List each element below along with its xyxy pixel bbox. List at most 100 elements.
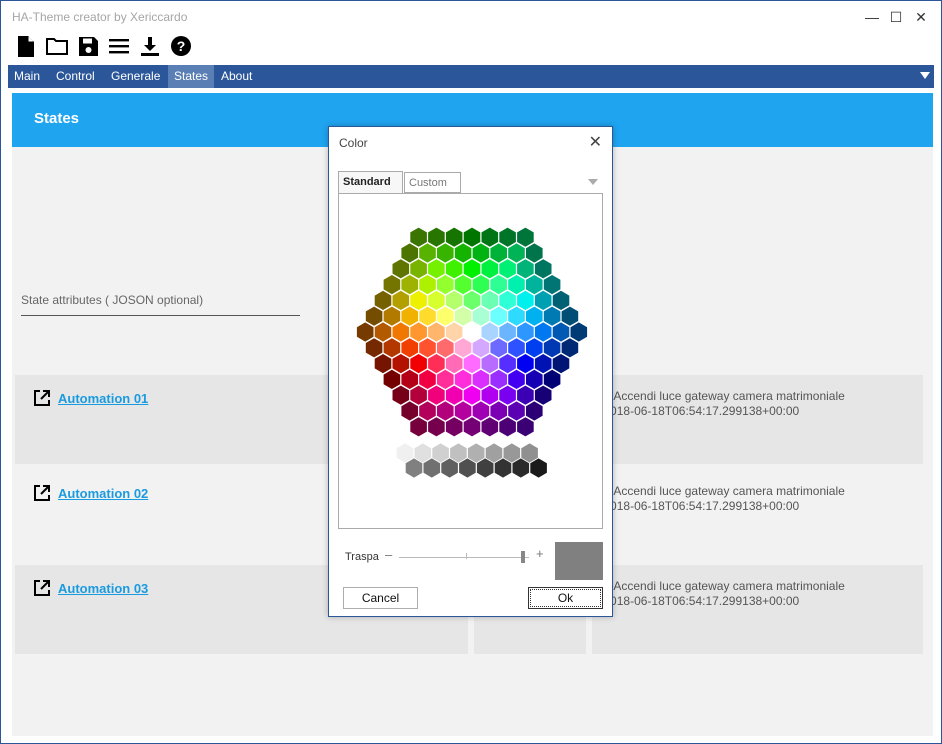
palette-color-swatch[interactable] [365, 306, 383, 326]
palette-color-swatch[interactable] [481, 227, 499, 247]
palette-color-swatch[interactable] [499, 290, 516, 310]
palette-color-swatch[interactable] [499, 385, 516, 405]
palette-color-swatch[interactable] [517, 417, 534, 437]
palette-color-swatch[interactable] [526, 369, 543, 389]
palette-color-swatch[interactable] [499, 417, 516, 437]
menu-item-states[interactable]: States [168, 65, 215, 88]
transparency-decrease-icon[interactable]: – [385, 547, 392, 562]
palette-color-swatch[interactable] [428, 322, 445, 342]
palette-color-swatch[interactable] [392, 290, 410, 310]
palette-color-swatch[interactable] [437, 275, 454, 295]
palette-color-swatch[interactable] [472, 401, 490, 421]
palette-color-swatch[interactable] [365, 338, 383, 358]
save-icon[interactable] [77, 35, 99, 57]
palette-color-swatch[interactable] [517, 385, 534, 405]
palette-color-swatch[interactable] [374, 354, 392, 374]
palette-color-swatch[interactable] [419, 401, 436, 421]
palette-color-swatch[interactable] [437, 338, 454, 358]
palette-color-swatch[interactable] [543, 306, 561, 326]
palette-color-swatch[interactable] [517, 227, 534, 247]
palette-color-swatch[interactable] [445, 322, 463, 342]
palette-color-swatch[interactable] [419, 369, 436, 389]
menu-item-main[interactable]: Main [8, 65, 46, 88]
palette-color-swatch[interactable] [517, 322, 534, 342]
palette-color-swatch[interactable] [463, 227, 481, 247]
palette-color-swatch[interactable] [526, 401, 543, 421]
palette-color-swatch[interactable] [490, 369, 507, 389]
palette-color-swatch[interactable] [508, 275, 525, 295]
download-icon[interactable] [139, 35, 161, 57]
palette-color-swatch[interactable] [490, 338, 507, 358]
palette-color-swatch[interactable] [410, 417, 427, 437]
palette-color-swatch[interactable] [383, 338, 401, 358]
palette-color-swatch[interactable] [437, 243, 454, 263]
palette-color-swatch[interactable] [543, 338, 561, 358]
palette-color-swatch[interactable] [534, 322, 552, 342]
menu-item-about[interactable]: About [215, 65, 258, 88]
palette-color-swatch[interactable] [428, 259, 445, 279]
palette-color-swatch[interactable] [454, 243, 472, 263]
palette-gray-swatch[interactable] [521, 443, 538, 463]
palette-gray-swatch[interactable] [494, 458, 512, 478]
palette-color-swatch[interactable] [552, 290, 570, 310]
palette-color-swatch[interactable] [499, 322, 516, 342]
palette-color-swatch[interactable] [401, 338, 418, 358]
palette-color-swatch[interactable] [463, 354, 481, 374]
hexagon-palette[interactable] [339, 194, 602, 528]
palette-color-swatch[interactable] [490, 401, 507, 421]
palette-color-swatch[interactable] [534, 259, 552, 279]
palette-color-swatch[interactable] [552, 322, 570, 342]
help-icon[interactable]: ? [170, 35, 192, 57]
maximize-button[interactable]: ☐ [884, 7, 908, 27]
palette-color-swatch[interactable] [508, 369, 525, 389]
palette-color-swatch[interactable] [383, 369, 401, 389]
palette-color-swatch[interactable] [437, 306, 454, 326]
palette-color-swatch[interactable] [552, 354, 570, 374]
palette-gray-swatch[interactable] [396, 443, 414, 463]
palette-color-swatch[interactable] [499, 354, 516, 374]
palette-color-swatch[interactable] [437, 369, 454, 389]
palette-color-swatch[interactable] [428, 227, 445, 247]
palette-gray-swatch[interactable] [423, 458, 441, 478]
palette-color-swatch[interactable] [490, 275, 507, 295]
transparency-increase-icon[interactable]: + [536, 546, 544, 561]
open-external-icon[interactable] [32, 483, 52, 503]
palette-color-swatch[interactable] [392, 385, 410, 405]
palette-color-swatch[interactable] [356, 322, 374, 342]
open-external-icon[interactable] [32, 388, 52, 408]
palette-color-swatch[interactable] [374, 290, 392, 310]
palette-color-swatch[interactable] [481, 354, 499, 374]
palette-color-swatch[interactable] [401, 369, 418, 389]
palette-color-swatch[interactable] [481, 290, 499, 310]
menu-item-control[interactable]: Control [50, 65, 101, 88]
palette-color-swatch[interactable] [517, 354, 534, 374]
palette-gray-swatch[interactable] [414, 443, 432, 463]
palette-color-swatch[interactable] [410, 227, 427, 247]
palette-color-swatch[interactable] [499, 227, 516, 247]
palette-color-swatch[interactable] [508, 338, 525, 358]
palette-color-swatch[interactable] [454, 275, 472, 295]
palette-color-swatch[interactable] [445, 227, 463, 247]
palette-color-swatch[interactable] [410, 259, 427, 279]
palette-color-swatch[interactable] [454, 306, 472, 326]
open-folder-icon[interactable] [46, 35, 68, 57]
tab-custom[interactable]: Custom [404, 172, 461, 193]
palette-color-swatch[interactable] [490, 243, 507, 263]
transparency-slider[interactable] [399, 557, 529, 558]
palette-color-swatch[interactable] [481, 385, 499, 405]
palette-color-swatch[interactable] [508, 401, 525, 421]
dialog-close-icon[interactable]: ✕ [589, 132, 602, 152]
palette-color-swatch[interactable] [472, 243, 490, 263]
palette-color-swatch[interactable] [463, 322, 481, 342]
palette-color-swatch[interactable] [508, 306, 525, 326]
palette-color-swatch[interactable] [570, 322, 588, 342]
palette-color-swatch[interactable] [490, 306, 507, 326]
tab-standard[interactable]: Standard [338, 171, 403, 194]
palette-gray-swatch[interactable] [441, 458, 458, 478]
palette-color-swatch[interactable] [561, 306, 579, 326]
palette-color-swatch[interactable] [481, 417, 499, 437]
palette-color-swatch[interactable] [472, 338, 490, 358]
palette-color-swatch[interactable] [445, 417, 463, 437]
palette-color-swatch[interactable] [543, 369, 561, 389]
palette-color-swatch[interactable] [445, 385, 463, 405]
